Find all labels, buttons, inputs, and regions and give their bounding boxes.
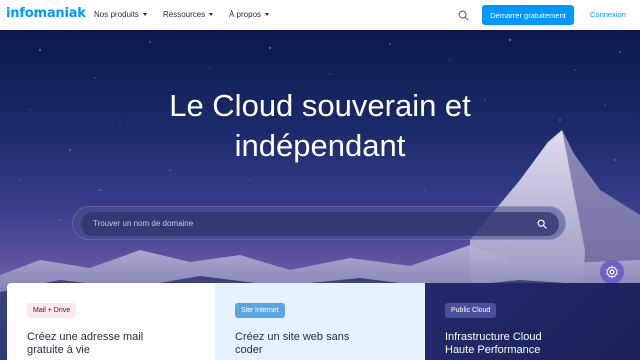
hero-title-line-2: indépendant	[234, 128, 406, 163]
hero-title-line-1: Le Cloud souverain et	[169, 88, 471, 123]
card-description: Créez une adresse mail gratuite à vie	[27, 331, 197, 357]
chevron-down-icon	[265, 13, 270, 16]
domain-search-bar: Trouver un nom de domaine	[72, 206, 566, 240]
nav-about[interactable]: À propos	[229, 10, 270, 19]
card-description-line-1: Créez un site web sans	[235, 331, 350, 343]
card-description: Infrastructure Cloud Haute Performance	[445, 331, 615, 357]
card-mail-drive[interactable]: Mail + Drive Créez une adresse mail grat…	[7, 283, 215, 360]
start-free-button[interactable]: Démarrer gratuitement	[482, 5, 574, 25]
card-description-line-1: Créez une adresse mail	[27, 331, 144, 343]
domain-search-input[interactable]: Trouver un nom de domaine	[81, 212, 559, 236]
card-description: Créez un site web sans coder	[235, 331, 405, 357]
chevron-down-icon	[209, 13, 214, 16]
card-description-line-2: gratuite à vie	[27, 344, 90, 356]
settings-fab[interactable]	[600, 260, 624, 284]
nav-resources[interactable]: Ressources	[163, 10, 214, 19]
chevron-down-icon	[142, 13, 147, 16]
hero-title: Le Cloud souverain et indépendant	[120, 86, 520, 166]
nav-products-label: Nos produits	[94, 10, 139, 19]
logo[interactable]: infomaniak	[6, 6, 86, 21]
card-badge: Site Internet	[235, 303, 285, 318]
search-icon[interactable]	[537, 219, 547, 229]
card-description-line-1: Infrastructure Cloud	[445, 331, 542, 343]
nav-products[interactable]: Nos produits	[94, 10, 147, 19]
card-public-cloud[interactable]: Public Cloud Infrastructure Cloud Haute …	[425, 283, 640, 360]
gear-icon	[606, 265, 618, 279]
search-icon[interactable]	[458, 10, 469, 21]
product-cards: Mail + Drive Créez une adresse mail grat…	[7, 283, 640, 360]
card-badge: Public Cloud	[445, 303, 497, 318]
card-badge: Mail + Drive	[27, 303, 77, 318]
card-website[interactable]: Site Internet Créez un site web sans cod…	[215, 283, 425, 360]
login-link[interactable]: Connexion	[590, 10, 626, 19]
domain-search-placeholder: Trouver un nom de domaine	[93, 219, 194, 228]
nav-about-label: À propos	[229, 10, 262, 19]
card-description-line-2: coder	[235, 344, 263, 356]
card-description-line-2: Haute Performance	[445, 344, 541, 356]
top-navbar: infomaniak Nos produits Ressources À pro…	[0, 0, 640, 30]
nav-resources-label: Ressources	[163, 10, 206, 19]
